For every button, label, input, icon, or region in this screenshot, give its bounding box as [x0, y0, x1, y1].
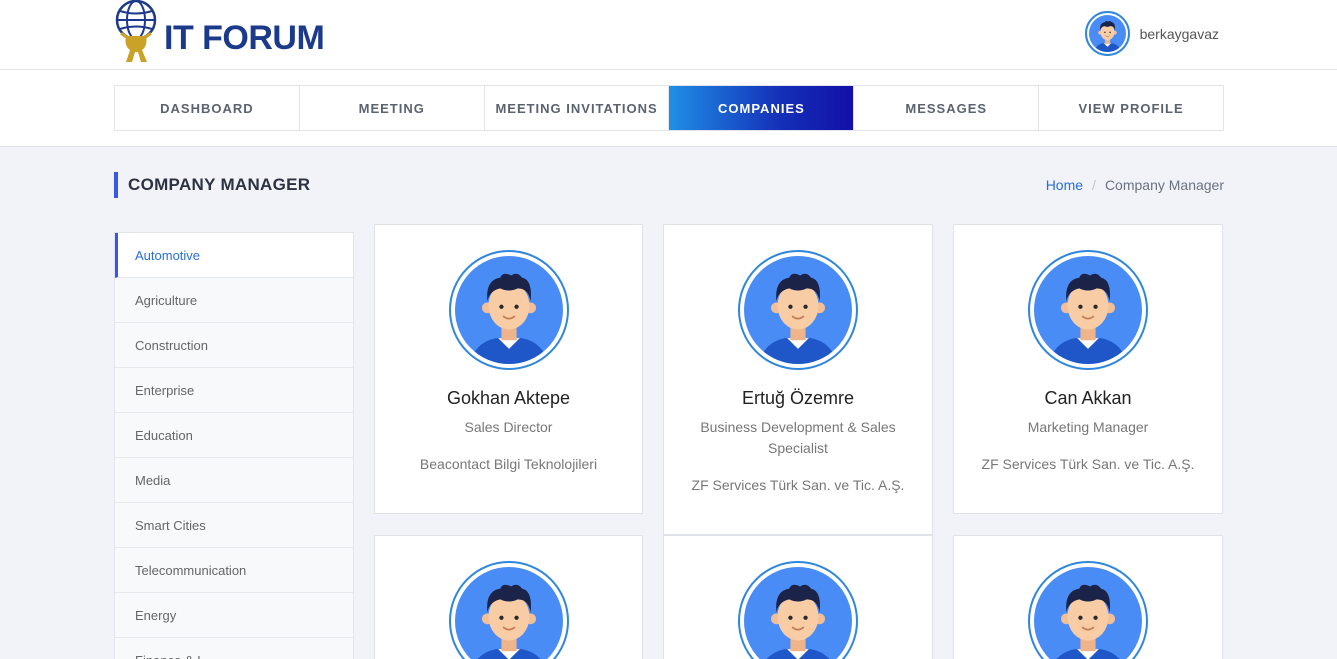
page-title: COMPANY MANAGER — [114, 172, 310, 198]
user-avatar-icon — [1034, 567, 1142, 659]
user-avatar-icon — [455, 256, 563, 364]
category-sidebar: Automotive Agriculture Construction Ente… — [114, 232, 354, 659]
avatar — [1028, 250, 1148, 370]
sidebar-item-energy[interactable]: Energy — [115, 593, 353, 638]
nav-messages[interactable]: MESSAGES — [854, 86, 1040, 130]
nav-meeting-invitations[interactable]: MEETING INVITATIONS — [485, 86, 670, 130]
breadcrumb-separator: / — [1092, 177, 1096, 193]
nav-meeting[interactable]: MEETING — [300, 86, 485, 130]
avatar — [448, 561, 569, 659]
user-avatar-icon — [1089, 15, 1126, 52]
main-nav: DASHBOARD MEETING MEETING INVITATIONS CO… — [114, 85, 1224, 131]
atlas-globe-icon — [115, 0, 157, 62]
sidebar-item-enterprise[interactable]: Enterprise — [115, 368, 353, 413]
sidebar-item-automotive[interactable]: Automotive — [115, 233, 353, 278]
logo-text: IT FORUM — [164, 18, 325, 57]
sidebar-item-telecommunication[interactable]: Telecommunication — [115, 548, 353, 593]
profile-card[interactable] — [663, 535, 933, 659]
user-avatar-icon — [455, 567, 563, 659]
sidebar-item-construction[interactable]: Construction — [115, 323, 353, 368]
breadcrumb-home[interactable]: Home — [1046, 177, 1083, 193]
person-company: ZF Services Türk San. ve Tic. A.Ş. — [981, 456, 1195, 472]
sidebar-item-agriculture[interactable]: Agriculture — [115, 278, 353, 323]
person-name: Gokhan Aktepe — [446, 388, 571, 408]
profile-card[interactable]: Ertuğ Özemre Business Development & Sale… — [663, 224, 933, 535]
user-avatar-icon — [744, 567, 852, 659]
person-title: Marketing Manager — [1027, 419, 1149, 435]
profile-card[interactable] — [953, 535, 1223, 659]
profile-card[interactable]: Gokhan Aktepe Sales Director Beacontact … — [374, 224, 643, 514]
user-avatar[interactable] — [1084, 11, 1130, 56]
person-name: Ertuğ Özemre — [741, 388, 855, 408]
user-avatar-icon — [744, 256, 852, 364]
avatar — [448, 250, 569, 370]
breadcrumb: Home / Company Manager — [1046, 177, 1224, 193]
sidebar-item-education[interactable]: Education — [115, 413, 353, 458]
avatar — [1028, 561, 1148, 659]
avatar — [738, 561, 858, 659]
nav-companies[interactable]: COMPANIES — [669, 86, 855, 130]
sidebar-item-finance[interactable]: Finance & I... — [115, 638, 353, 659]
user-menu[interactable]: berkaygavaz — [1084, 11, 1219, 56]
profile-card[interactable] — [374, 535, 643, 659]
person-title: Business Development & Sales Specialist — [700, 419, 896, 456]
breadcrumb-current: Company Manager — [1104, 177, 1224, 193]
profile-card[interactable]: Can Akkan Marketing Manager ZF Services … — [953, 224, 1223, 514]
person-title: Sales Director — [464, 419, 553, 435]
sidebar-item-smart-cities[interactable]: Smart Cities — [115, 503, 353, 548]
person-name: Can Akkan — [1044, 388, 1132, 408]
sidebar-item-media[interactable]: Media — [115, 458, 353, 503]
top-header: IT FORUM berkaygavaz — [0, 0, 1337, 70]
avatar — [738, 250, 858, 370]
user-avatar-icon — [1034, 256, 1142, 364]
nav-dashboard[interactable]: DASHBOARD — [115, 86, 300, 130]
logo[interactable]: IT FORUM — [114, 0, 325, 66]
person-company: ZF Services Türk San. ve Tic. A.Ş. — [691, 477, 905, 493]
nav-view-profile[interactable]: VIEW PROFILE — [1039, 86, 1223, 130]
person-company: Beacontact Bilgi Teknolojileri — [419, 456, 598, 472]
nav-bar: DASHBOARD MEETING MEETING INVITATIONS CO… — [0, 70, 1337, 147]
username[interactable]: berkaygavaz — [1140, 26, 1219, 42]
